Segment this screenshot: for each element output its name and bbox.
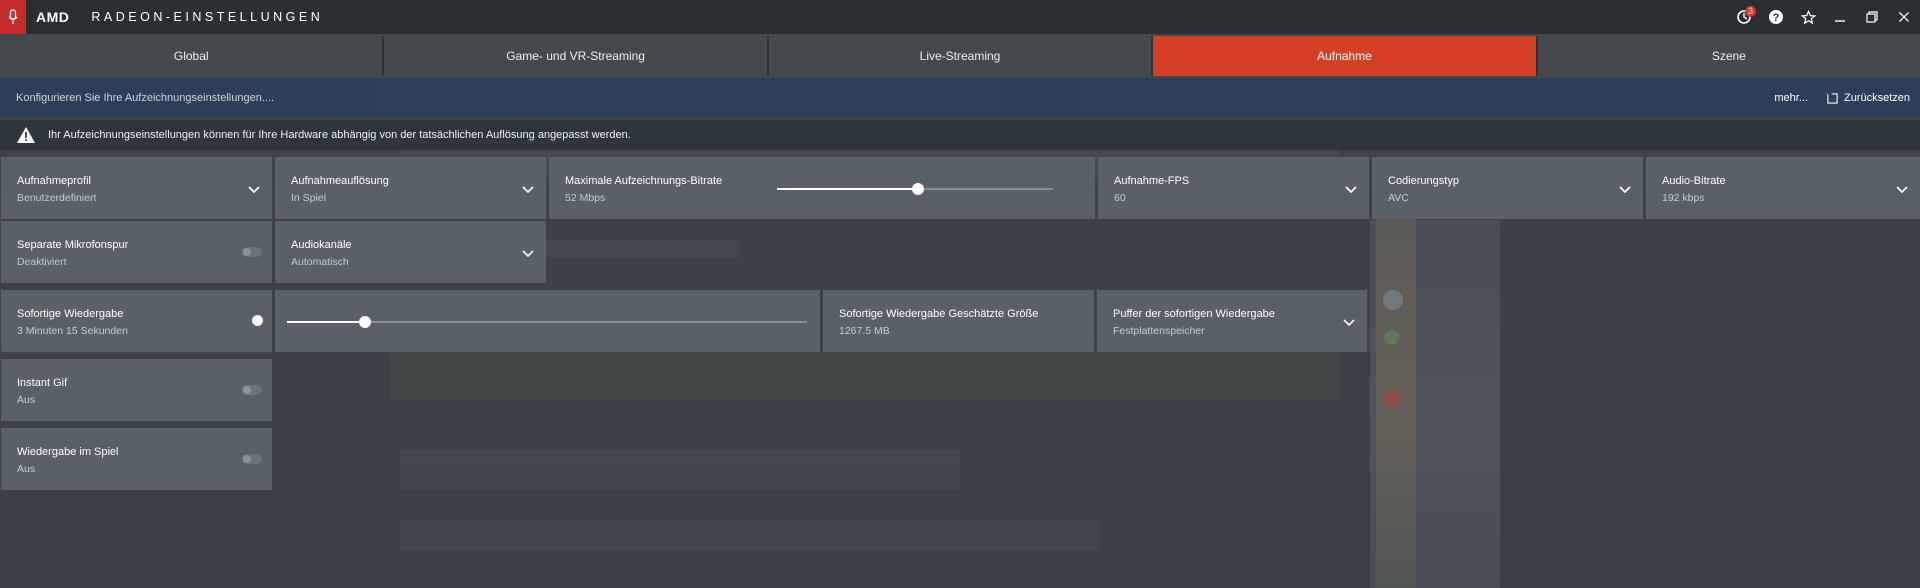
chevron-down-icon: [1343, 319, 1355, 327]
instant-gif-label: Instant Gif: [17, 377, 68, 389]
chevron-down-icon: [1619, 186, 1631, 194]
audio-channels-label: Audiokanäle: [291, 239, 352, 251]
bitrate-label: Maximale Aufzeichnungs-Bitrate: [565, 175, 723, 187]
resolution-value: In Spiel: [291, 192, 327, 204]
warning-icon: [17, 127, 35, 143]
tab-game-vr-streaming[interactable]: Game- und VR-Streaming: [384, 36, 769, 76]
replay-size-setting: Sofortige Wiedergabe Geschätzte Größe 12…: [823, 290, 1094, 352]
section-header: Konfigurieren Sie Ihre Aufzeichnungseins…: [0, 78, 1920, 118]
instant-replay-slider[interactable]: [287, 316, 807, 328]
profile-label: Aufnahmeprofil: [17, 175, 91, 187]
title-bar: AMD RADEON-EINSTELLUNGEN 3 ?: [0, 0, 1920, 34]
amd-logo: AMD: [36, 9, 70, 25]
bitrate-slider-fill: [777, 188, 918, 190]
help-icon: ?: [1769, 10, 1783, 24]
close-icon: [1899, 12, 1909, 22]
replay-buffer-value: Festplattenspeicher: [1113, 325, 1205, 337]
audio-channels-dropdown[interactable]: Audiokanäle Automatisch: [275, 221, 546, 283]
minimize-icon: [1835, 20, 1845, 22]
chevron-down-icon: [1345, 186, 1357, 194]
instant-replay-label: Sofortige Wiedergabe: [17, 308, 124, 320]
reset-label: Zurücksetzen: [1843, 92, 1910, 104]
audio-bitrate-label: Audio-Bitrate: [1662, 175, 1726, 187]
encoding-label: Codierungstyp: [1388, 175, 1459, 187]
fps-dropdown[interactable]: Aufnahme-FPS 60: [1098, 157, 1369, 219]
replay-size-value: 1267.5 MB: [839, 325, 890, 337]
audio-bitrate-dropdown[interactable]: Audio-Bitrate 192 kbps: [1646, 157, 1920, 219]
instant-replay-duration: [275, 290, 820, 352]
bitrate-slider[interactable]: [777, 183, 1053, 195]
notification-button[interactable]: 3: [1728, 0, 1760, 34]
in-game-replay-toggle[interactable]: [242, 454, 262, 464]
chevron-down-icon: [248, 186, 260, 194]
restore-icon: [1866, 11, 1878, 23]
more-link[interactable]: mehr...: [1774, 92, 1808, 104]
fps-label: Aufnahme-FPS: [1114, 175, 1190, 187]
instant-gif-toggle[interactable]: [242, 385, 262, 395]
profile-dropdown[interactable]: Aufnahmeprofil Benutzerdefiniert: [1, 157, 272, 219]
section-description: Konfigurieren Sie Ihre Aufzeichnungseins…: [16, 92, 275, 104]
mic-track-toggle[interactable]: [242, 247, 262, 257]
mic-track-setting: Separate Mikrofonspur Deaktiviert: [1, 221, 272, 283]
reset-button[interactable]: Zurücksetzen: [1827, 92, 1910, 104]
bitrate-setting: Maximale Aufzeichnungs-Bitrate 52 Mbps: [549, 157, 1095, 219]
instant-replay-value: 3 Minuten 15 Sekunden: [17, 325, 128, 337]
instant-replay-slider-fill: [287, 321, 365, 323]
replay-size-label: Sofortige Wiedergabe Geschätzte Größe: [839, 308, 1039, 320]
instant-replay-setting: Sofortige Wiedergabe 3 Minuten 15 Sekund…: [1, 290, 272, 352]
star-icon: [1800, 9, 1816, 24]
audio-bitrate-value: 192 kbps: [1662, 192, 1705, 204]
instant-gif-value: Aus: [17, 394, 36, 406]
resolution-label: Aufnahmeauflösung: [291, 175, 389, 187]
resolution-dropdown[interactable]: Aufnahmeauflösung In Spiel: [275, 157, 546, 219]
instant-replay-toggle[interactable]: [242, 315, 263, 326]
instant-gif-setting: Instant Gif Aus: [1, 359, 272, 421]
encoding-value: AVC: [1388, 192, 1409, 204]
bitrate-value: 52 Mbps: [565, 192, 606, 204]
main-tabs: Global Game- und VR-Streaming Live-Strea…: [0, 36, 1920, 76]
profile-value: Benutzerdefiniert: [17, 192, 97, 204]
mic-track-label: Separate Mikrofonspur: [17, 239, 129, 251]
mic-track-value: Deaktiviert: [17, 256, 67, 268]
tab-szene[interactable]: Szene: [1537, 36, 1920, 76]
minimize-button[interactable]: [1824, 0, 1856, 34]
close-button[interactable]: [1888, 0, 1920, 34]
tab-aufnahme[interactable]: Aufnahme: [1153, 36, 1538, 76]
in-game-replay-label: Wiedergabe im Spiel: [17, 446, 119, 458]
svg-text:?: ?: [1773, 12, 1780, 24]
chevron-down-icon: [1896, 186, 1908, 194]
replay-buffer-label: Puffer der sofortigen Wiedergabe: [1113, 308, 1275, 320]
fps-value: 60: [1114, 192, 1126, 204]
chevron-down-icon: [522, 186, 534, 194]
bitrate-slider-handle[interactable]: [911, 183, 924, 195]
encoding-dropdown[interactable]: Codierungstyp AVC: [1372, 157, 1643, 219]
reset-icon: [1827, 92, 1838, 104]
mic-icon[interactable]: [0, 0, 26, 34]
tab-global[interactable]: Global: [0, 36, 385, 76]
app-title: RADEON-EINSTELLUNGEN: [91, 10, 324, 24]
audio-channels-value: Automatisch: [291, 256, 349, 268]
tab-live-streaming[interactable]: Live-Streaming: [768, 36, 1154, 76]
favorites-button[interactable]: [1792, 0, 1824, 34]
chevron-down-icon: [522, 250, 534, 258]
warning-text: Ihr Aufzeichnungseinstellungen können fü…: [48, 129, 631, 141]
help-button[interactable]: ?: [1760, 0, 1792, 34]
instant-replay-slider-handle[interactable]: [359, 316, 371, 328]
replay-buffer-dropdown[interactable]: Puffer der sofortigen Wiedergabe Festpla…: [1097, 290, 1367, 352]
restore-button[interactable]: [1856, 0, 1888, 34]
in-game-replay-setting: Wiedergabe im Spiel Aus: [1, 428, 272, 490]
notification-count-badge: 3: [1745, 6, 1756, 17]
in-game-replay-value: Aus: [17, 463, 36, 475]
warning-banner: Ihr Aufzeichnungseinstellungen können fü…: [0, 120, 1920, 150]
